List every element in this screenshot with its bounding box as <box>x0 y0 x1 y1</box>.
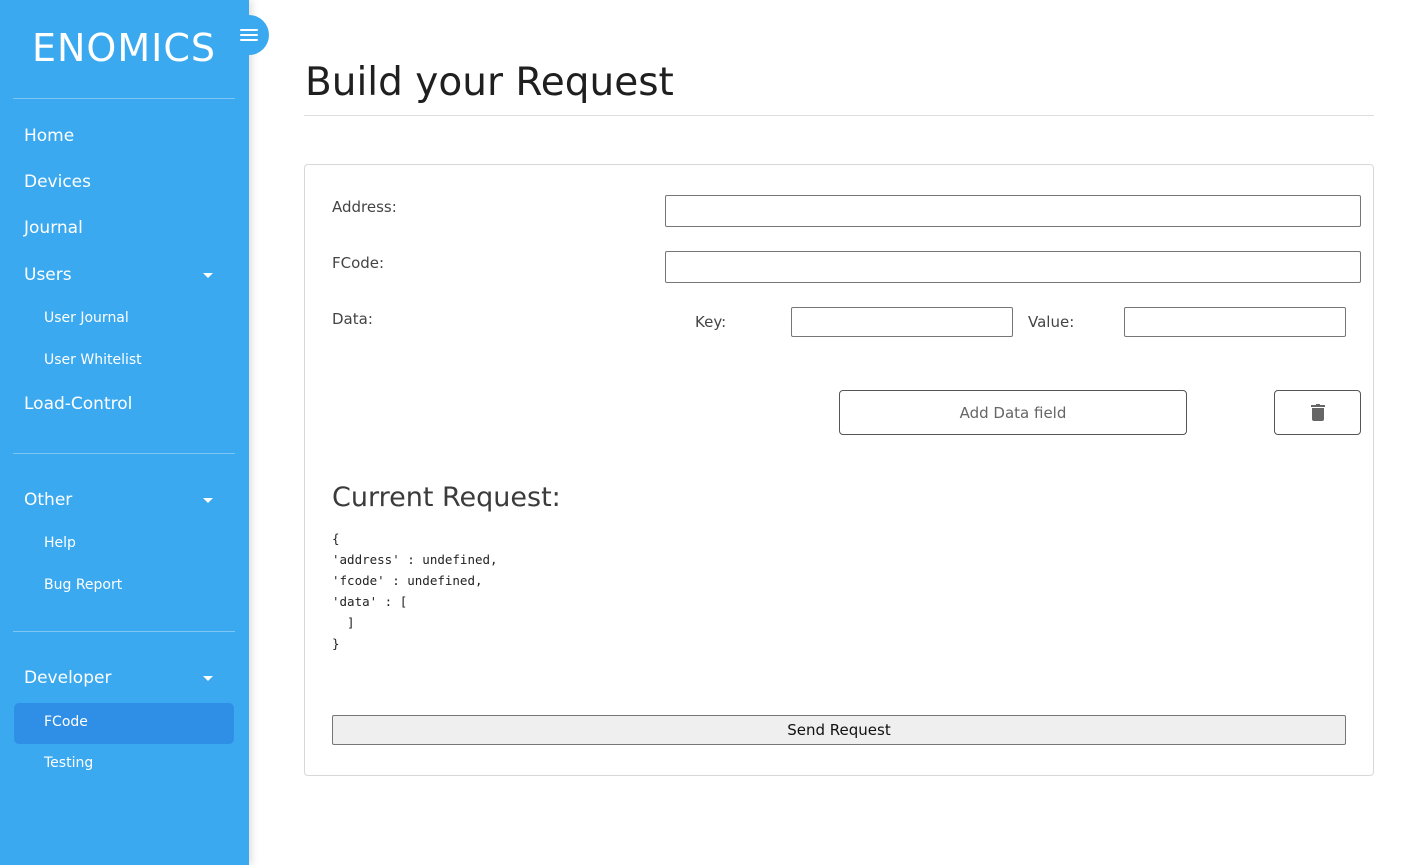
page-title: Build your Request <box>305 60 674 105</box>
add-data-field-button[interactable]: Add Data field <box>839 390 1187 435</box>
sidebar-item-user-whitelist[interactable]: User Whitelist <box>44 352 142 368</box>
address-input[interactable] <box>665 195 1361 227</box>
sidebar-item-load-control[interactable]: Load-Control <box>24 394 132 414</box>
sidebar-item-testing[interactable]: Testing <box>44 755 93 771</box>
users-caret-down-icon[interactable] <box>203 273 213 278</box>
sidebar-item-home[interactable]: Home <box>24 126 74 146</box>
fcode-label: FCode: <box>332 254 385 272</box>
sidebar-divider <box>13 631 235 632</box>
key-label: Key: <box>695 313 727 331</box>
delete-data-field-button[interactable] <box>1274 390 1361 435</box>
enomics-logo[interactable]: ENOMICS <box>32 26 216 70</box>
hamburger-icon <box>240 29 258 41</box>
title-divider <box>304 115 1374 116</box>
developer-caret-down-icon[interactable] <box>203 676 213 681</box>
sidebar-toggle-button[interactable] <box>229 15 269 55</box>
sidebar-item-developer[interactable]: Developer <box>24 668 111 688</box>
other-caret-down-icon[interactable] <box>203 498 213 503</box>
data-label: Data: <box>332 310 373 328</box>
sidebar-item-help[interactable]: Help <box>44 535 76 551</box>
send-request-button[interactable]: Send Request <box>332 715 1346 745</box>
key-input[interactable] <box>791 307 1013 337</box>
current-request-heading: Current Request: <box>332 482 561 513</box>
sidebar: ENOMICS Home Devices Journal Users User … <box>0 0 249 865</box>
sidebar-divider <box>13 98 235 99</box>
value-input[interactable] <box>1124 307 1346 337</box>
trash-icon <box>1310 404 1325 421</box>
address-label: Address: <box>332 198 397 216</box>
sidebar-item-devices[interactable]: Devices <box>24 172 91 192</box>
sidebar-item-bug-report[interactable]: Bug Report <box>44 577 122 593</box>
fcode-input[interactable] <box>665 251 1361 283</box>
sidebar-item-other[interactable]: Other <box>24 490 72 510</box>
sidebar-item-journal[interactable]: Journal <box>24 218 83 238</box>
sidebar-item-users[interactable]: Users <box>24 265 72 285</box>
current-request-json: { 'address' : undefined, 'fcode' : undef… <box>332 531 498 651</box>
sidebar-divider <box>13 453 235 454</box>
value-label: Value: <box>1028 313 1075 331</box>
sidebar-item-user-journal[interactable]: User Journal <box>44 310 129 326</box>
sidebar-item-fcode[interactable]: FCode <box>44 714 88 730</box>
